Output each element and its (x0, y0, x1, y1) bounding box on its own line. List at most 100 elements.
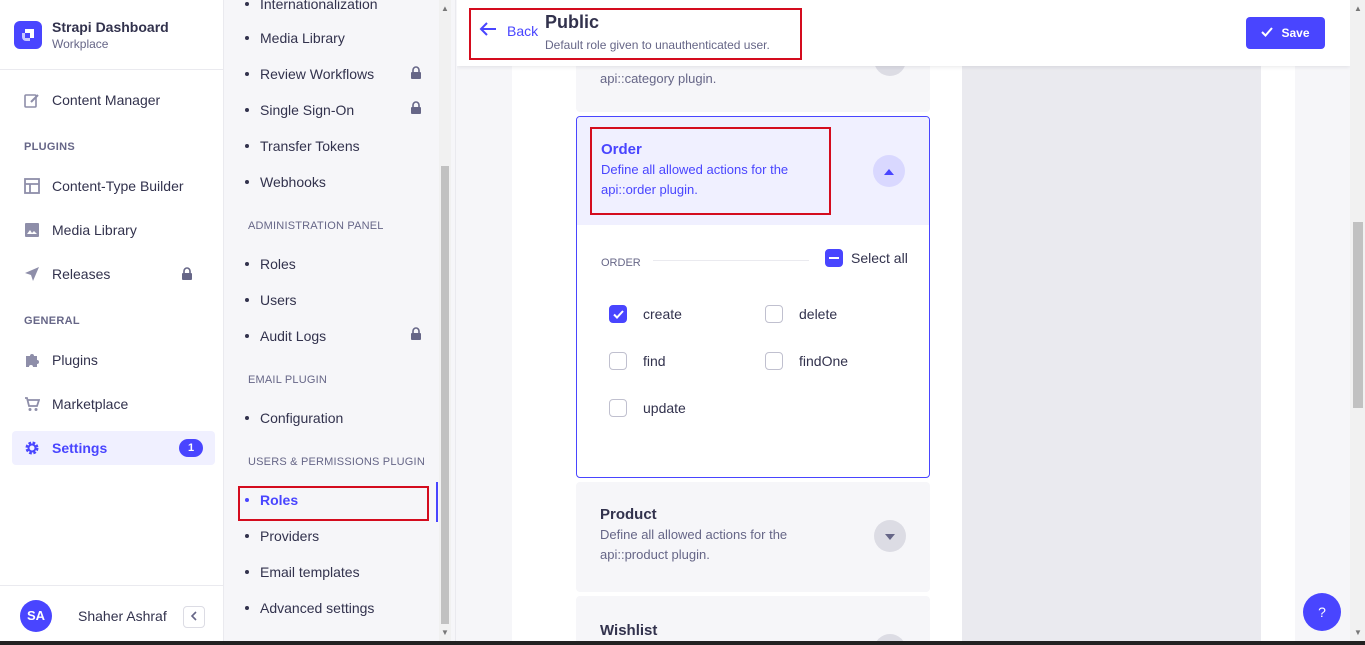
section-plugins: PLUGINS (24, 141, 75, 153)
brand-title: Strapi Dashboard (52, 18, 169, 35)
accordion-product-desc: Define all allowed actions for the api::… (600, 527, 788, 562)
subnav-scroll-thumb[interactable] (441, 166, 449, 624)
perm-label: create (643, 306, 682, 322)
perm-label: update (643, 400, 686, 416)
perm-update[interactable]: update (609, 399, 686, 417)
scroll-down-arrow[interactable]: ▼ (441, 628, 449, 637)
main-content: Back Public Default role given to unauth… (457, 0, 1365, 645)
nav-marketplace[interactable]: Marketplace (12, 387, 215, 421)
nav-content-manager[interactable]: Content Manager (12, 83, 215, 117)
checkbox[interactable] (765, 305, 783, 323)
checkbox[interactable] (765, 352, 783, 370)
checkbox[interactable] (609, 399, 627, 417)
indeterminate-icon (825, 249, 843, 267)
section-general: GENERAL (24, 315, 80, 327)
subnav-roles[interactable]: Roles (245, 254, 296, 274)
permissions-section-label: ORDER (601, 257, 641, 269)
accordion-product-title: Product (600, 506, 657, 523)
perm-find[interactable]: find (609, 352, 666, 370)
nav-releases[interactable]: Releases (12, 257, 215, 291)
section-users-permissions-plugin: USERS & PERMISSIONS PLUGIN (248, 456, 425, 468)
content-scroll-thumb[interactable] (1353, 222, 1363, 408)
main-navigation: Strapi Dashboard Workplace Content Manag… (0, 0, 224, 645)
highlight-order (590, 127, 831, 215)
perm-label: find (643, 353, 666, 369)
subnav-audit-logs[interactable]: Audit Logs (244, 326, 326, 346)
highlight-roles (238, 486, 429, 521)
save-label: Save (1281, 26, 1310, 40)
nav-content-type-builder[interactable]: Content-Type Builder (12, 169, 215, 203)
subnav-transfer-tokens[interactable]: Transfer Tokens (245, 136, 360, 156)
subnav-users[interactable]: Users (245, 290, 297, 310)
scroll-up-arrow[interactable]: ▲ (1354, 4, 1362, 13)
nav-label: Plugins (52, 352, 98, 368)
lock-icon (181, 267, 193, 283)
subnav-review-workflows[interactable]: Review Workflows (244, 64, 374, 84)
subnav-media-library[interactable]: Media Library (245, 28, 345, 48)
checkbox-checked[interactable] (609, 305, 627, 323)
content-scrollbar[interactable]: ▲ ▼ (1350, 0, 1365, 645)
select-all-label: Select all (851, 250, 908, 266)
checkbox[interactable] (609, 352, 627, 370)
divider (653, 260, 809, 261)
accordion-product[interactable]: Product Define all allowed actions for t… (576, 482, 930, 592)
nav-label: Content Manager (52, 92, 161, 108)
help-button[interactable]: ? (1303, 593, 1341, 631)
puzzle-icon (24, 352, 40, 368)
layout-icon (24, 178, 40, 194)
image-icon (24, 222, 40, 238)
avatar[interactable]: SA (20, 599, 52, 632)
nav-label: Media Library (52, 222, 137, 238)
accordion-order: Order Define all allowed actions for the… (576, 116, 930, 478)
subnav-webhooks[interactable]: Webhooks (245, 172, 326, 192)
chevron-down-icon (885, 527, 895, 545)
nav-label: Settings (52, 440, 108, 456)
section-email-plugin: EMAIL PLUGIN (248, 374, 328, 386)
nav-media-library[interactable]: Media Library (12, 213, 215, 247)
chevron-left-icon (190, 608, 198, 626)
subnav-email-templates[interactable]: Email templates (245, 562, 360, 582)
bottom-edge (0, 641, 1365, 645)
cart-icon (24, 396, 40, 412)
subnav-providers[interactable]: Providers (244, 526, 319, 546)
perm-delete[interactable]: delete (765, 305, 837, 323)
nav-settings[interactable]: Settings 1 (12, 431, 215, 465)
lock-icon (410, 101, 422, 119)
chevron-up-icon (884, 162, 894, 180)
save-button[interactable]: Save (1246, 17, 1325, 49)
side-panel (962, 0, 1261, 645)
subnav-scrollbar[interactable]: ▲ ▼ (439, 0, 451, 645)
settings-subnav: Internationalization Media Library Revie… (224, 0, 456, 645)
perm-findone[interactable]: findOne (765, 352, 848, 370)
accordion-order-toggle[interactable] (873, 155, 905, 187)
subnav-internationalization[interactable]: Internationalization (245, 0, 378, 14)
brand[interactable]: Strapi Dashboard Workplace (0, 0, 223, 70)
user-bar: SA Shaher Ashraf (0, 585, 223, 645)
check-icon (1261, 26, 1281, 40)
lock-icon (410, 327, 422, 345)
collapse-nav-button[interactable] (183, 606, 205, 628)
nav-label: Marketplace (52, 396, 129, 412)
scroll-up-arrow[interactable]: ▲ (441, 4, 449, 13)
section-administration-panel: ADMINISTRATION PANEL (248, 220, 384, 232)
subnav-single-sign-on[interactable]: Single Sign-On (244, 100, 354, 120)
lock-icon (410, 66, 422, 84)
highlight-header (469, 8, 802, 60)
subnav-advanced-settings[interactable]: Advanced settings (244, 598, 374, 618)
subnav-configuration[interactable]: Configuration (244, 408, 343, 428)
accordion-wishlist[interactable]: Wishlist (576, 596, 930, 645)
perm-create[interactable]: create (609, 305, 682, 323)
scroll-down-arrow[interactable]: ▼ (1354, 628, 1362, 637)
side-panel-edge (1261, 0, 1295, 645)
accordion-product-toggle[interactable] (874, 520, 906, 552)
accordion-wishlist-title: Wishlist (600, 622, 658, 639)
perm-label: delete (799, 306, 838, 322)
strapi-logo-icon (14, 20, 42, 49)
user-name[interactable]: Shaher Ashraf (78, 608, 167, 624)
nav-plugins[interactable]: Plugins (12, 343, 215, 377)
perm-label: findOne (799, 353, 849, 369)
select-all-checkbox[interactable]: Select all (825, 249, 908, 267)
brand-subtitle: Workplace (52, 36, 109, 51)
accordion-order-header[interactable]: Order Define all allowed actions for the… (577, 117, 929, 225)
active-indicator (436, 482, 438, 522)
